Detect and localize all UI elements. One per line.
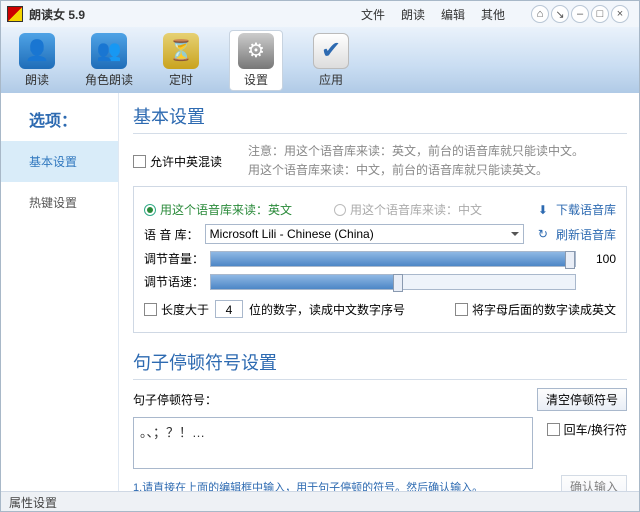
radio-english[interactable]: 用这个语音库来读：英文: [144, 201, 292, 218]
body: 选项： 基本设置 热键设置 基本设置 允许中英混读 注意：用这个语音库来读：英文…: [1, 93, 639, 491]
refresh-icon: ↻: [538, 227, 548, 241]
confirm-input-button[interactable]: 确认输入: [561, 475, 627, 491]
download-icon: ⬇: [538, 203, 548, 217]
mix-checkbox[interactable]: 允许中英混读: [133, 153, 222, 170]
menu-other[interactable]: 其他: [481, 6, 505, 23]
pause-symbols-input[interactable]: 。、；？！…: [133, 417, 533, 469]
check-icon: ✔: [313, 33, 349, 69]
volume-value: 100: [582, 252, 616, 266]
sidebar: 选项： 基本设置 热键设置: [1, 93, 119, 491]
app-window: 朗读女 5.9 文件 朗读 编辑 其他 ⌂ ↘ – □ × 👤 朗读 👥 角色朗…: [0, 0, 640, 512]
menu-file[interactable]: 文件: [361, 6, 385, 23]
checkbox-icon: [547, 423, 560, 436]
maximize-button[interactable]: □: [591, 5, 609, 23]
pause-hint: 1.请直接在上面的编辑框中输入，用于句子停顿的符号。然后确认输入。: [133, 479, 483, 491]
window-title: 朗读女 5.9: [29, 6, 85, 23]
sidebar-item-basic[interactable]: 基本设置: [1, 141, 118, 182]
sidebar-item-hotkey[interactable]: 热键设置: [1, 182, 118, 223]
toolbar-role-read[interactable]: 👥 角色朗读: [85, 33, 133, 88]
radio-icon: [334, 204, 346, 216]
toolbar-settings[interactable]: ⚙ 设置: [229, 30, 283, 91]
statusbar: 属性设置: [1, 491, 639, 511]
gear-icon: ⚙: [238, 33, 274, 69]
section-title-pause: 句子停顿符号设置: [133, 349, 627, 380]
checkbox-icon: [455, 303, 468, 316]
toolbar-timer[interactable]: ⏳ 定时: [163, 33, 199, 88]
clear-pause-button[interactable]: 清空停顿符号: [537, 388, 627, 411]
home-button[interactable]: ⌂: [531, 5, 549, 23]
minimize-button[interactable]: –: [571, 5, 589, 23]
app-icon: [7, 6, 23, 22]
pause-section: 句子停顿符号设置 句子停顿符号： 清空停顿符号 。、；？！… 回车/换行符 1.…: [133, 349, 627, 491]
mix-note: 注意：用这个语音库来读：英文，前台的语音库就只能读中文。 用这个语音库来读：中文…: [248, 142, 584, 180]
download-voice-link[interactable]: 下载语音库: [556, 201, 616, 218]
radio-icon: [144, 204, 156, 216]
sidebar-title: 选项：: [1, 93, 118, 141]
close-button[interactable]: ×: [611, 5, 629, 23]
mix-row: 允许中英混读 注意：用这个语音库来读：英文，前台的语音库就只能读中文。 用这个语…: [133, 142, 627, 180]
window-controls: ⌂ ↘ – □ ×: [531, 5, 629, 23]
speed-slider[interactable]: [210, 274, 576, 290]
volume-slider[interactable]: [210, 251, 576, 267]
hourglass-icon: ⏳: [163, 33, 199, 69]
menubar: 文件 朗读 编辑 其他 ⌂ ↘ – □ ×: [361, 5, 633, 23]
user-icon: 👤: [19, 33, 55, 69]
menu-edit[interactable]: 编辑: [441, 6, 465, 23]
length-input[interactable]: 4: [215, 300, 243, 318]
letter-digit-checkbox[interactable]: 将字母后面的数字读成英文: [455, 301, 616, 318]
status-text: 属性设置: [9, 496, 57, 510]
toolbar-apply[interactable]: ✔ 应用: [313, 33, 349, 88]
speed-label: 调节语速：: [144, 273, 204, 290]
volume-label: 调节音量：: [144, 250, 204, 267]
pause-label: 句子停顿符号：: [133, 391, 217, 408]
length-checkbox[interactable]: 长度大于: [144, 301, 209, 318]
section-title-basic: 基本设置: [133, 103, 627, 134]
enter-checkbox[interactable]: 回车/换行符: [547, 421, 627, 438]
menu-read[interactable]: 朗读: [401, 6, 425, 23]
voice-label: 语 音 库：: [144, 226, 199, 243]
checkbox-icon: [133, 155, 146, 168]
titlebar: 朗读女 5.9 文件 朗读 编辑 其他 ⌂ ↘ – □ ×: [1, 1, 639, 27]
toolbar: 👤 朗读 👥 角色朗读 ⏳ 定时 ⚙ 设置 ✔ 应用: [1, 27, 639, 93]
content: 基本设置 允许中英混读 注意：用这个语音库来读：英文，前台的语音库就只能读中文。…: [119, 93, 639, 491]
voice-panel: 用这个语音库来读：英文 用这个语音库来读：中文 ⬇ 下载语音库 语 音 库： M…: [133, 186, 627, 333]
toolbar-read[interactable]: 👤 朗读: [19, 33, 55, 88]
radio-chinese[interactable]: 用这个语音库来读：中文: [334, 201, 482, 218]
refresh-voice-link[interactable]: 刷新语音库: [556, 226, 616, 243]
users-icon: 👥: [91, 33, 127, 69]
voice-select[interactable]: Microsoft Lili - Chinese (China): [205, 224, 524, 244]
checkbox-icon: [144, 303, 157, 316]
pin-button[interactable]: ↘: [551, 5, 569, 23]
